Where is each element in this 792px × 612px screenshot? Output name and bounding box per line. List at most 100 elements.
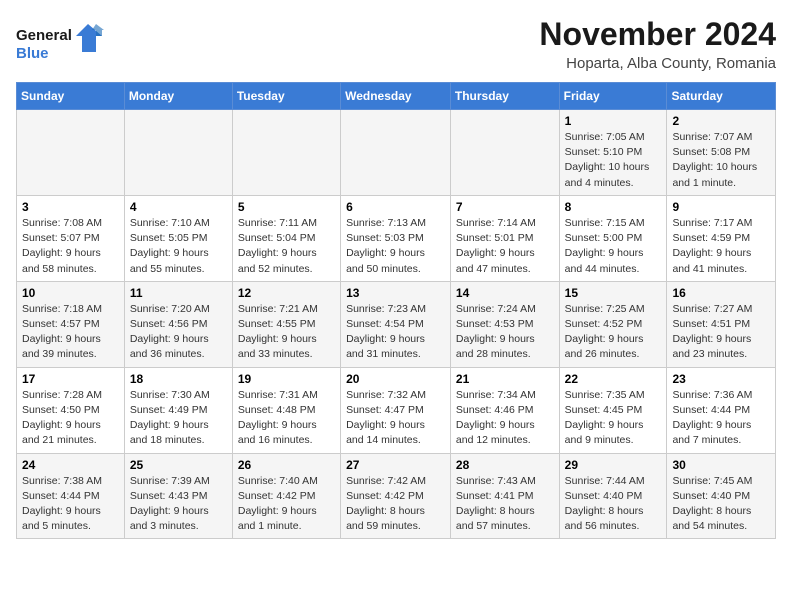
day-number: 24 <box>22 458 119 472</box>
calendar-cell <box>450 110 559 196</box>
day-info: Sunrise: 7:28 AM Sunset: 4:50 PM Dayligh… <box>22 388 119 449</box>
day-number: 26 <box>238 458 335 472</box>
calendar-cell: 20Sunrise: 7:32 AM Sunset: 4:47 PM Dayli… <box>341 367 451 453</box>
weekday-header: Wednesday <box>341 83 451 110</box>
calendar-cell: 14 Sunrise: 7:24 AM Sunset: 4:53 PM Dayli… <box>450 281 559 367</box>
weekday-header: Thursday <box>450 83 559 110</box>
calendar-week-row: 3Sunrise: 7:08 AM Sunset: 5:07 PM Daylig… <box>17 195 776 281</box>
day-info: Sunrise: 7:45 AM Sunset: 4:40 PM Dayligh… <box>672 474 770 535</box>
day-info: Sunrise: 7:31 AM Sunset: 4:48 PM Dayligh… <box>238 388 335 449</box>
calendar-cell <box>341 110 451 196</box>
weekday-header: Monday <box>124 83 232 110</box>
calendar-cell: 16 Sunrise: 7:27 AM Sunset: 4:51 PM Dayli… <box>667 281 776 367</box>
day-number: 1 <box>565 114 662 128</box>
day-info: Sunrise: 7:08 AM Sunset: 5:07 PM Dayligh… <box>22 216 119 277</box>
logo-svg: General Blue <box>16 20 106 64</box>
day-number: 9 <box>672 200 770 214</box>
day-info: Sunrise: 7:18 AM Sunset: 4:57 PM Dayligh… <box>22 302 119 363</box>
day-info: Sunrise: 7:44 AM Sunset: 4:40 PM Dayligh… <box>565 474 662 535</box>
day-info: Sunrise: 7:07 AM Sunset: 5:08 PM Dayligh… <box>672 130 770 191</box>
day-info: Sunrise: 7:36 AM Sunset: 4:44 PM Dayligh… <box>672 388 770 449</box>
calendar-cell: 27 Sunrise: 7:42 AM Sunset: 4:42 PM Dayli… <box>341 453 451 539</box>
day-number: 27 <box>346 458 445 472</box>
day-number: 14 <box>456 286 554 300</box>
calendar-header: SundayMondayTuesdayWednesdayThursdayFrid… <box>17 83 776 110</box>
day-number: 18 <box>130 372 227 386</box>
day-number: 21 <box>456 372 554 386</box>
day-info: Sunrise: 7:05 AM Sunset: 5:10 PM Dayligh… <box>565 130 662 191</box>
day-number: 6 <box>346 200 445 214</box>
calendar-body: 1 Sunrise: 7:05 AM Sunset: 5:10 PM Daylig… <box>17 110 776 539</box>
calendar-cell: 26Sunrise: 7:40 AM Sunset: 4:42 PM Dayli… <box>232 453 340 539</box>
title-area: November 2024 Hoparta, Alba County, Roma… <box>539 16 776 72</box>
logo: General Blue <box>16 20 106 64</box>
header: General Blue November 2024 Hoparta, Alba… <box>16 16 776 72</box>
calendar-cell: 18 Sunrise: 7:30 AM Sunset: 4:49 PM Dayli… <box>124 367 232 453</box>
weekday-header: Saturday <box>667 83 776 110</box>
calendar-cell: 4 Sunrise: 7:10 AM Sunset: 5:05 PM Daylig… <box>124 195 232 281</box>
day-number: 4 <box>130 200 227 214</box>
calendar-cell <box>124 110 232 196</box>
day-info: Sunrise: 7:27 AM Sunset: 4:51 PM Dayligh… <box>672 302 770 363</box>
day-number: 29 <box>565 458 662 472</box>
calendar-cell: 2 Sunrise: 7:07 AM Sunset: 5:08 PM Daylig… <box>667 110 776 196</box>
page-title: November 2024 <box>539 16 776 53</box>
calendar-cell: 8Sunrise: 7:15 AM Sunset: 5:00 PM Daylig… <box>559 195 667 281</box>
day-info: Sunrise: 7:34 AM Sunset: 4:46 PM Dayligh… <box>456 388 554 449</box>
day-info: Sunrise: 7:20 AM Sunset: 4:56 PM Dayligh… <box>130 302 227 363</box>
calendar-cell: 11 Sunrise: 7:20 AM Sunset: 4:56 PM Dayli… <box>124 281 232 367</box>
header-row: SundayMondayTuesdayWednesdayThursdayFrid… <box>17 83 776 110</box>
calendar-cell: 29 Sunrise: 7:44 AM Sunset: 4:40 PM Dayli… <box>559 453 667 539</box>
svg-text:Blue: Blue <box>16 45 49 62</box>
calendar-cell: 10 Sunrise: 7:18 AM Sunset: 4:57 PM Dayli… <box>17 281 125 367</box>
calendar-cell: 5 Sunrise: 7:11 AM Sunset: 5:04 PM Daylig… <box>232 195 340 281</box>
calendar-cell: 9 Sunrise: 7:17 AM Sunset: 4:59 PM Daylig… <box>667 195 776 281</box>
day-info: Sunrise: 7:11 AM Sunset: 5:04 PM Dayligh… <box>238 216 335 277</box>
day-info: Sunrise: 7:25 AM Sunset: 4:52 PM Dayligh… <box>565 302 662 363</box>
day-info: Sunrise: 7:21 AM Sunset: 4:55 PM Dayligh… <box>238 302 335 363</box>
day-number: 17 <box>22 372 119 386</box>
day-number: 13 <box>346 286 445 300</box>
day-number: 19 <box>238 372 335 386</box>
day-info: Sunrise: 7:42 AM Sunset: 4:42 PM Dayligh… <box>346 474 445 535</box>
calendar-cell: 22Sunrise: 7:35 AM Sunset: 4:45 PM Dayli… <box>559 367 667 453</box>
day-info: Sunrise: 7:35 AM Sunset: 4:45 PM Dayligh… <box>565 388 662 449</box>
calendar-cell <box>17 110 125 196</box>
day-number: 23 <box>672 372 770 386</box>
day-info: Sunrise: 7:17 AM Sunset: 4:59 PM Dayligh… <box>672 216 770 277</box>
day-info: Sunrise: 7:23 AM Sunset: 4:54 PM Dayligh… <box>346 302 445 363</box>
weekday-header: Sunday <box>17 83 125 110</box>
day-info: Sunrise: 7:15 AM Sunset: 5:00 PM Dayligh… <box>565 216 662 277</box>
calendar-cell: 28Sunrise: 7:43 AM Sunset: 4:41 PM Dayli… <box>450 453 559 539</box>
weekday-header: Tuesday <box>232 83 340 110</box>
day-number: 15 <box>565 286 662 300</box>
calendar-cell: 1 Sunrise: 7:05 AM Sunset: 5:10 PM Daylig… <box>559 110 667 196</box>
day-info: Sunrise: 7:38 AM Sunset: 4:44 PM Dayligh… <box>22 474 119 535</box>
calendar-cell: 30 Sunrise: 7:45 AM Sunset: 4:40 PM Dayli… <box>667 453 776 539</box>
day-number: 2 <box>672 114 770 128</box>
calendar-week-row: 1 Sunrise: 7:05 AM Sunset: 5:10 PM Daylig… <box>17 110 776 196</box>
day-number: 20 <box>346 372 445 386</box>
day-info: Sunrise: 7:39 AM Sunset: 4:43 PM Dayligh… <box>130 474 227 535</box>
calendar-cell: 12 Sunrise: 7:21 AM Sunset: 4:55 PM Dayli… <box>232 281 340 367</box>
calendar-cell: 3Sunrise: 7:08 AM Sunset: 5:07 PM Daylig… <box>17 195 125 281</box>
day-info: Sunrise: 7:10 AM Sunset: 5:05 PM Dayligh… <box>130 216 227 277</box>
day-info: Sunrise: 7:13 AM Sunset: 5:03 PM Dayligh… <box>346 216 445 277</box>
day-number: 11 <box>130 286 227 300</box>
day-number: 16 <box>672 286 770 300</box>
calendar-cell: 6 Sunrise: 7:13 AM Sunset: 5:03 PM Daylig… <box>341 195 451 281</box>
day-number: 10 <box>22 286 119 300</box>
day-number: 25 <box>130 458 227 472</box>
day-info: Sunrise: 7:30 AM Sunset: 4:49 PM Dayligh… <box>130 388 227 449</box>
calendar-cell: 21 Sunrise: 7:34 AM Sunset: 4:46 PM Dayli… <box>450 367 559 453</box>
calendar-cell: 15 Sunrise: 7:25 AM Sunset: 4:52 PM Dayli… <box>559 281 667 367</box>
day-info: Sunrise: 7:24 AM Sunset: 4:53 PM Dayligh… <box>456 302 554 363</box>
calendar-cell: 17 Sunrise: 7:28 AM Sunset: 4:50 PM Dayli… <box>17 367 125 453</box>
day-number: 5 <box>238 200 335 214</box>
day-number: 7 <box>456 200 554 214</box>
day-number: 30 <box>672 458 770 472</box>
day-number: 12 <box>238 286 335 300</box>
calendar-table: SundayMondayTuesdayWednesdayThursdayFrid… <box>16 82 776 539</box>
day-number: 28 <box>456 458 554 472</box>
calendar-cell: 7Sunrise: 7:14 AM Sunset: 5:01 PM Daylig… <box>450 195 559 281</box>
